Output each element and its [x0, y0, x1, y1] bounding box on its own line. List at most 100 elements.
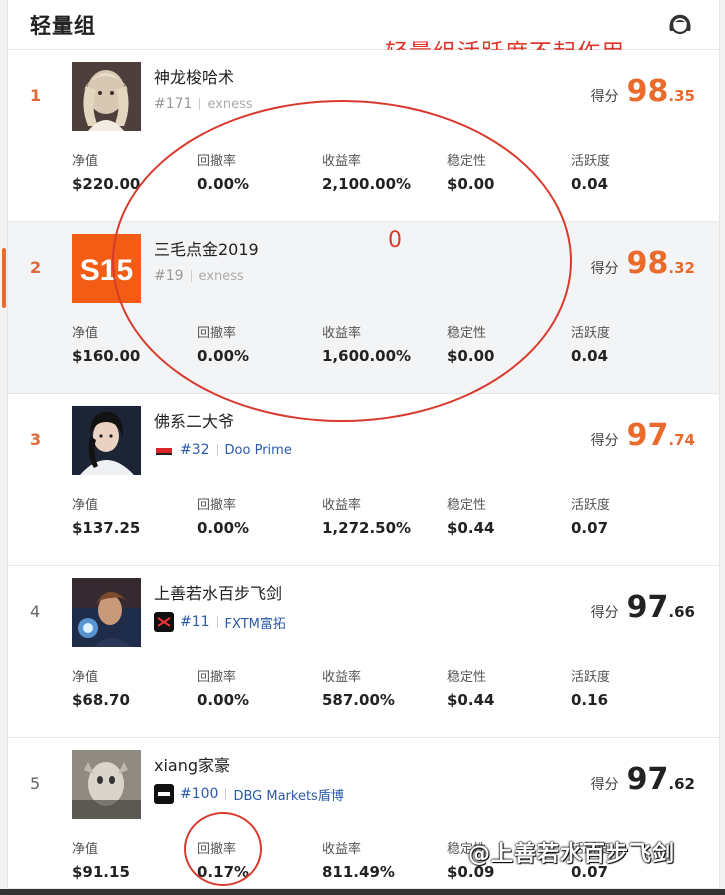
score-decimal: .66 [668, 603, 695, 621]
stat-value: 0.04 [571, 175, 609, 193]
stat-activity: 活跃度 0.16 [571, 666, 610, 709]
trader-name[interactable]: 神龙梭哈术 [154, 64, 234, 88]
trader-avatar[interactable] [72, 406, 141, 475]
score: 得分 97 .66 [591, 590, 695, 625]
score-integer: 97 [626, 590, 669, 625]
active-indicator [2, 248, 6, 308]
stat-label: 活跃度 [571, 154, 611, 169]
meta-divider [216, 444, 218, 456]
rank-number: 4 [30, 602, 41, 621]
score-label: 得分 [590, 605, 619, 621]
stat-label: 活跃度 [571, 498, 611, 513]
score: 得分 98 .32 [591, 246, 695, 281]
stat-value: 0.07 [571, 519, 609, 537]
trader-avatar[interactable] [72, 62, 141, 131]
score: 得分 97 .62 [591, 762, 695, 797]
trader-meta: #100 DBG Markets盾博 [154, 784, 344, 804]
stat-label: 收益率 [322, 670, 362, 685]
stat-label: 净值 [72, 670, 99, 685]
leaderboard-page: 轻量组 轻量组活跃度不起作用 1 神龙梭哈术 #171 exness [0, 0, 725, 895]
stat-value: $68.70 [72, 691, 130, 709]
group-title: 轻量组 [30, 14, 96, 38]
trader-id: #32 [180, 442, 210, 458]
watermark-text: @上善若水百步飞剑 [468, 842, 676, 867]
trader-meta: #11 FXTM富拓 [154, 612, 286, 632]
red-annotation-circle [184, 812, 262, 886]
stat-drawdown: 回撤率 0.00% [197, 494, 249, 537]
customer-service-icon[interactable] [667, 12, 693, 38]
rank-number: 5 [30, 774, 41, 793]
stat-label: 净值 [72, 154, 99, 169]
leaderboard-row[interactable]: 4 上善若水百步飞剑 #11 FXTM富拓 得分 97 .66 净值 $68.7… [8, 566, 719, 738]
red-annotation-ellipse [112, 100, 572, 422]
meta-divider [216, 616, 218, 628]
stat-value: 1,272.50% [322, 519, 412, 537]
broker-link[interactable]: Doo Prime [225, 443, 292, 458]
stat-stability: 稳定性 $0.44 [447, 666, 494, 709]
broker-logo-icon [154, 784, 174, 804]
stat-label: 收益率 [322, 842, 362, 857]
score-integer: 97 [626, 762, 669, 797]
trader-avatar[interactable] [72, 578, 141, 647]
stat-label: 回撤率 [197, 670, 237, 685]
score: 得分 97 .74 [591, 418, 695, 453]
score-decimal: .62 [668, 775, 695, 793]
stat-label: 净值 [72, 498, 99, 513]
score: 得分 98 .35 [591, 74, 695, 109]
rank-number: 3 [30, 430, 42, 449]
stat-return-rate: 收益率 587.00% [322, 666, 395, 709]
trader-id: #100 [180, 786, 219, 802]
stat-label: 收益率 [322, 498, 362, 513]
stat-value: $137.25 [72, 519, 141, 537]
meta-divider [225, 788, 227, 800]
stat-stability: 稳定性 $0.44 [447, 494, 494, 537]
stat-value: 811.49% [322, 863, 395, 881]
broker-logo-icon [154, 612, 174, 632]
stat-net-value: 净值 $160.00 [72, 322, 140, 365]
trader-id: #11 [180, 614, 210, 630]
stat-label: 稳定性 [447, 670, 487, 685]
stat-value: 0.16 [571, 691, 609, 709]
stat-value: $220.00 [72, 175, 141, 193]
stat-value: $0.44 [447, 519, 495, 537]
score-label: 得分 [590, 777, 619, 793]
broker-link[interactable]: FXTM富拓 [225, 613, 286, 632]
stat-label: 净值 [72, 842, 99, 857]
rank-number: 1 [30, 86, 42, 105]
stats-row: 净值 $137.25 回撤率 0.00% 收益率 1,272.50% 稳定性 $… [72, 494, 692, 544]
right-scroll-rail [719, 0, 725, 895]
broker-logo-icon [154, 440, 174, 460]
stat-activity: 活跃度 0.04 [571, 150, 610, 193]
score-integer: 98 [626, 74, 669, 109]
stats-row: 净值 $68.70 回撤率 0.00% 收益率 587.00% 稳定性 $0.4… [72, 666, 692, 716]
trader-name[interactable]: 上善若水百步飞剑 [154, 580, 282, 604]
broker-link[interactable]: DBG Markets盾博 [233, 785, 343, 804]
score-label: 得分 [590, 433, 619, 449]
stat-net-value: 净值 $137.25 [72, 494, 140, 537]
trader-meta: #171 exness [154, 96, 253, 112]
stat-label: 活跃度 [571, 326, 611, 341]
stat-label: 回撤率 [197, 498, 237, 513]
stat-net-value: 净值 $68.70 [72, 666, 130, 709]
stat-value: $0.44 [447, 691, 495, 709]
stat-net-value: 净值 $220.00 [72, 150, 140, 193]
trader-avatar[interactable] [72, 750, 141, 819]
score-integer: 98 [626, 246, 669, 281]
stat-value: 587.00% [322, 691, 395, 709]
stat-return-rate: 收益率 811.49% [322, 838, 395, 881]
stat-value: 0.00% [197, 519, 250, 537]
stat-value: 0.00% [197, 691, 250, 709]
red-annotation-zero: 0 [388, 228, 402, 253]
trader-meta: #32 Doo Prime [154, 440, 292, 460]
score-label: 得分 [590, 89, 619, 105]
meta-divider [199, 98, 201, 110]
score-decimal: .32 [668, 259, 695, 277]
stat-value: 0.04 [571, 347, 609, 365]
score-decimal: .74 [668, 431, 695, 449]
stat-value: $160.00 [72, 347, 141, 365]
stat-label: 活跃度 [571, 670, 611, 685]
stat-activity: 活跃度 0.04 [571, 322, 610, 365]
bottom-edge [0, 889, 725, 895]
trader-name[interactable]: xiang家豪 [154, 752, 230, 776]
trader-name[interactable]: 佛系二大爷 [154, 408, 234, 432]
